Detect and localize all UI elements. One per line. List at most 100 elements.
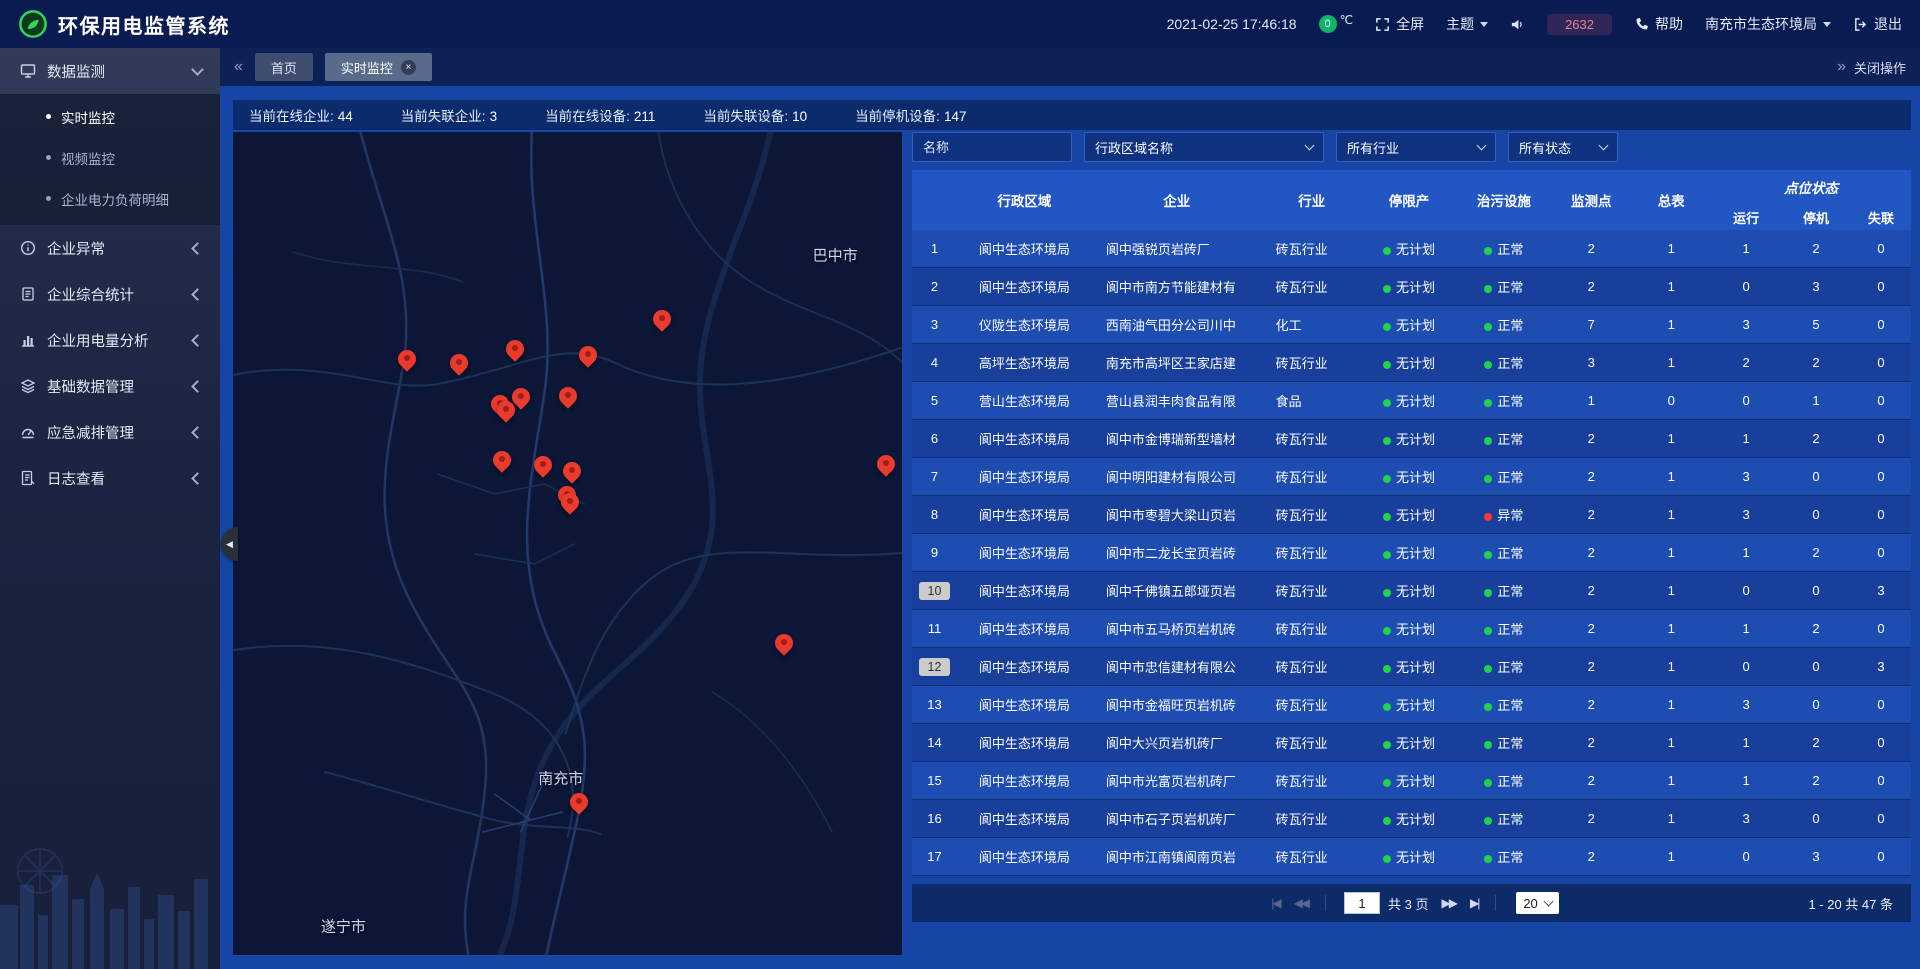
industry-cell: 砖瓦行业 <box>1262 610 1362 648</box>
org-dropdown[interactable]: 南充市生态环境局 <box>1705 14 1831 34</box>
map-pin[interactable] <box>653 310 671 328</box>
status-dot-green <box>1484 741 1492 749</box>
fullscreen-button[interactable]: 全屏 <box>1375 14 1424 34</box>
map-pin[interactable] <box>559 387 577 405</box>
status-filter-select[interactable]: 所有状态 <box>1508 132 1618 162</box>
map-pin[interactable] <box>579 346 597 364</box>
treatment-cell: 异常 <box>1456 496 1551 534</box>
map-pin[interactable] <box>450 354 468 372</box>
table-row[interactable]: 6阆中生态环境局阆中市金博瑞新型墙材砖瓦行业无计划正常21120 <box>912 420 1911 458</box>
status-dot-green <box>1484 703 1492 711</box>
header-production-limit: 停限产 <box>1362 170 1457 230</box>
company-cell: 阆中市金福旺页岩机砖 <box>1092 686 1262 724</box>
table-row[interactable]: 9阆中生态环境局阆中市二龙长宝页岩砖砖瓦行业无计划正常21120 <box>912 534 1911 572</box>
sidebar-group-enterprise-abnormal[interactable]: 企业异常 <box>0 225 220 271</box>
announcement-speaker-icon[interactable] <box>1510 17 1525 32</box>
prev-page-button[interactable]: ◀◀ <box>1294 896 1308 910</box>
map-pin[interactable] <box>534 456 552 474</box>
workspace: 巴中市南充市遂宁市 行政区域名称 所有行业 <box>220 130 1920 969</box>
region-filter-select[interactable]: 行政区域名称 <box>1084 132 1324 162</box>
next-page-button[interactable]: ▶▶ <box>1442 896 1456 910</box>
map-pin[interactable] <box>561 493 579 511</box>
table-row[interactable]: 16阆中生态环境局阆中市石子页岩机砖厂砖瓦行业无计划正常21300 <box>912 800 1911 838</box>
status-dot-green <box>1383 589 1391 597</box>
industry-cell: 砖瓦行业 <box>1262 230 1362 268</box>
stat-item: 当前失联企业:3 <box>401 105 497 125</box>
clipboard-icon <box>20 286 36 302</box>
offline-cell: 0 <box>1851 382 1911 420</box>
sidebar-group-emergency-reduction[interactable]: 应急减排管理 <box>0 409 220 455</box>
table-row[interactable]: 18南部生态环境局南部县建兴建材有限公砖瓦行业无计划正常21030 <box>912 876 1911 879</box>
page-title: 环保用电监管系统 <box>58 10 230 39</box>
table-header: 行政区域 企业 行业 停限产 治污设施 监测点 总表 点位状态 <box>912 170 1911 230</box>
map-pin[interactable] <box>497 401 515 419</box>
sidebar-group-data-monitoring[interactable]: 数据监测 <box>0 48 220 94</box>
table-row[interactable]: 1阆中生态环境局阆中强锐页岩砖厂砖瓦行业无计划正常21120 <box>912 230 1911 268</box>
sidebar-group-power-usage-analysis[interactable]: 企业用电量分析 <box>0 317 220 363</box>
table-row[interactable]: 4高坪生态环境局南充市高坪区王家店建砖瓦行业无计划正常31220 <box>912 344 1911 382</box>
map-pin[interactable] <box>563 462 581 480</box>
row-index-cell: 16 <box>912 800 957 838</box>
first-page-button[interactable]: |◀ <box>1271 896 1279 910</box>
map-pin[interactable] <box>398 350 416 368</box>
sidebar-item-realtime-monitoring[interactable]: 实时监控 <box>0 96 220 137</box>
offline-cell: 0 <box>1851 724 1911 762</box>
page-size-select[interactable]: 20 <box>1516 892 1558 914</box>
total-pages-label: 共 3 页 <box>1388 894 1428 913</box>
stopped-cell: 2 <box>1781 534 1851 572</box>
page-number-input[interactable] <box>1344 892 1380 914</box>
production-limit-cell: 无计划 <box>1362 496 1457 534</box>
table-row[interactable]: 15阆中生态环境局阆中市光富页岩机砖厂砖瓦行业无计划正常21120 <box>912 762 1911 800</box>
industry-cell: 食品 <box>1262 382 1362 420</box>
map-city-label: 南充市 <box>538 768 583 789</box>
map-pin[interactable] <box>775 634 793 652</box>
tab-realtime-monitoring[interactable]: 实时监控 × <box>325 53 432 81</box>
close-tab-icon[interactable]: × <box>401 60 416 75</box>
sidebar-group-enterprise-statistics[interactable]: 企业综合统计 <box>0 271 220 317</box>
table-row[interactable]: 5营山生态环境局营山县润丰肉食品有限食品无计划正常10010 <box>912 382 1911 420</box>
map-pin[interactable] <box>493 451 511 469</box>
table-row[interactable]: 11阆中生态环境局阆中市五马桥页岩机砖砖瓦行业无计划正常21120 <box>912 610 1911 648</box>
tab-home[interactable]: 首页 <box>255 53 313 81</box>
logout-button[interactable]: 退出 <box>1853 14 1902 34</box>
table-row[interactable]: 14阆中生态环境局阆中大兴页岩机砖厂砖瓦行业无计划正常21120 <box>912 724 1911 762</box>
sidebar-item-video-monitoring[interactable]: 视频监控 <box>0 137 220 178</box>
treatment-cell: 正常 <box>1456 800 1551 838</box>
tab-scroll-right-icon[interactable]: » <box>1837 58 1846 76</box>
fullscreen-icon <box>1375 17 1390 32</box>
last-page-button[interactable]: ▶| <box>1470 896 1478 910</box>
table-row[interactable]: 17阆中生态环境局阆中市江南镇阆南页岩砖瓦行业无计划正常21030 <box>912 838 1911 876</box>
header-offline: 失联 <box>1851 204 1911 230</box>
total-meter-cell: 1 <box>1631 762 1711 800</box>
sidebar-group-base-data-management[interactable]: 基础数据管理 <box>0 363 220 409</box>
name-filter-input[interactable] <box>912 132 1072 162</box>
gauge-icon <box>20 424 36 440</box>
map-pin[interactable] <box>506 340 524 358</box>
sidebar-item-enterprise-power-load-detail[interactable]: 企业电力负荷明细 <box>0 178 220 219</box>
help-button[interactable]: 帮助 <box>1634 14 1683 34</box>
production-limit-cell: 无计划 <box>1362 458 1457 496</box>
treatment-cell: 正常 <box>1456 534 1551 572</box>
monitor-points-cell: 2 <box>1551 458 1631 496</box>
industry-filter-select[interactable]: 所有行业 <box>1336 132 1496 162</box>
close-operations-button[interactable]: » 关闭操作 <box>1837 58 1906 77</box>
map-canvas[interactable]: 巴中市南充市遂宁市 <box>233 132 902 955</box>
chevron-left-icon <box>191 472 204 485</box>
stopped-cell: 2 <box>1781 420 1851 458</box>
map-pin[interactable] <box>877 455 895 473</box>
alarm-count-badge[interactable]: 2632 <box>1547 14 1612 35</box>
sidebar-group-log-view[interactable]: 日志查看 <box>0 455 220 501</box>
table-row[interactable]: 3仪陇生态环境局西南油气田分公司川中化工无计划正常71350 <box>912 306 1911 344</box>
map-pin[interactable] <box>570 793 588 811</box>
running-cell: 1 <box>1711 230 1781 268</box>
theme-dropdown[interactable]: 主题 <box>1446 14 1488 34</box>
table-row[interactable]: 13阆中生态环境局阆中市金福旺页岩机砖砖瓦行业无计划正常21300 <box>912 686 1911 724</box>
table-row[interactable]: 10阆中生态环境局阆中千佛镇五郎垭页岩砖瓦行业无计划正常21003 <box>912 572 1911 610</box>
table-row[interactable]: 7阆中生态环境局阆中明阳建材有限公司砖瓦行业无计划正常21300 <box>912 458 1911 496</box>
status-dot-green <box>1383 741 1391 749</box>
row-index-cell: 7 <box>912 458 957 496</box>
table-row[interactable]: 8阆中生态环境局阆中市枣碧大梁山页岩砖瓦行业无计划异常21300 <box>912 496 1911 534</box>
table-row[interactable]: 12阆中生态环境局阆中市忠信建材有限公砖瓦行业无计划正常21003 <box>912 648 1911 686</box>
table-row[interactable]: 2阆中生态环境局阆中市南方节能建材有砖瓦行业无计划正常21030 <box>912 268 1911 306</box>
tab-scroll-left-icon[interactable]: « <box>234 58 243 76</box>
